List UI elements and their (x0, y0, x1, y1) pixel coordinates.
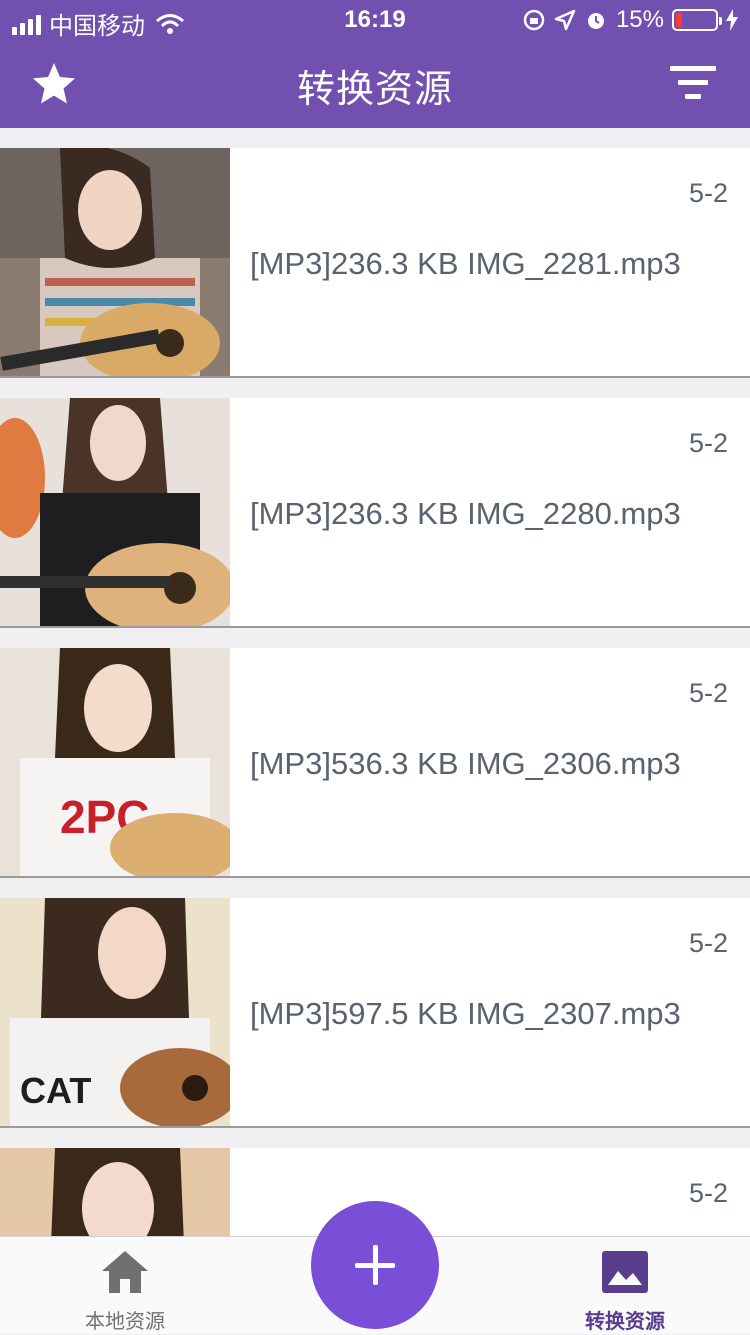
video-thumbnail (0, 1148, 230, 1236)
charging-icon (726, 9, 738, 31)
battery-percent: 15% (615, 6, 664, 33)
list-item[interactable]: CAT 5-2 [MP3]597.5 KB IMG_2307.mp3 (0, 898, 750, 1128)
add-button[interactable] (311, 1201, 439, 1329)
image-icon (602, 1251, 648, 1293)
list-item[interactable]: 5-2 [MP3]236.3 KB IMG_2281.mp3 (0, 148, 750, 378)
video-thumbnail (0, 148, 230, 376)
item-filename: [MP3]597.5 KB IMG_2307.mp3 (250, 996, 681, 1031)
item-filename: [MP3]236.3 KB IMG_2280.mp3 (250, 496, 681, 531)
home-icon (102, 1251, 148, 1293)
video-thumbnail: 2PC (0, 648, 230, 876)
filter-icon[interactable] (670, 62, 722, 104)
rotation-lock-icon (523, 9, 545, 31)
item-date: 5-2 (688, 178, 728, 208)
tab-converted-resources[interactable]: 转换资源 (500, 1237, 750, 1335)
svg-text:CAT: CAT (20, 1070, 91, 1111)
tab-local-resources[interactable]: 本地资源 (0, 1237, 250, 1335)
item-date: 5-2 (688, 928, 728, 958)
battery-icon (672, 9, 722, 31)
item-date: 5-2 (688, 1178, 728, 1208)
nav-bar: 转换资源 (0, 40, 750, 128)
status-bar: 中国移动 16:19 15% (0, 0, 750, 40)
location-icon (554, 9, 576, 31)
tab-local-label: 本地资源 (85, 1311, 165, 1333)
list-item[interactable]: 5-2 [MP3]236.3 KB IMG_2280.mp3 (0, 398, 750, 628)
resource-list: 5-2 [MP3]236.3 KB IMG_2281.mp3 5-2 [MP3]… (0, 128, 750, 1236)
page-title: 转换资源 (296, 69, 453, 111)
video-thumbnail: CAT (0, 898, 230, 1126)
item-filename: [MP3]236.3 KB IMG_2281.mp3 (250, 246, 681, 281)
item-date: 5-2 (688, 428, 728, 458)
item-filename: [MP3]536.3 KB IMG_2306.mp3 (250, 746, 681, 781)
video-thumbnail (0, 398, 230, 626)
alarm-icon (587, 13, 604, 29)
list-item[interactable]: 2PC 5-2 [MP3]536.3 KB IMG_2306.mp3 (0, 648, 750, 878)
item-date: 5-2 (688, 678, 728, 708)
tab-convert-label: 转换资源 (585, 1311, 665, 1333)
